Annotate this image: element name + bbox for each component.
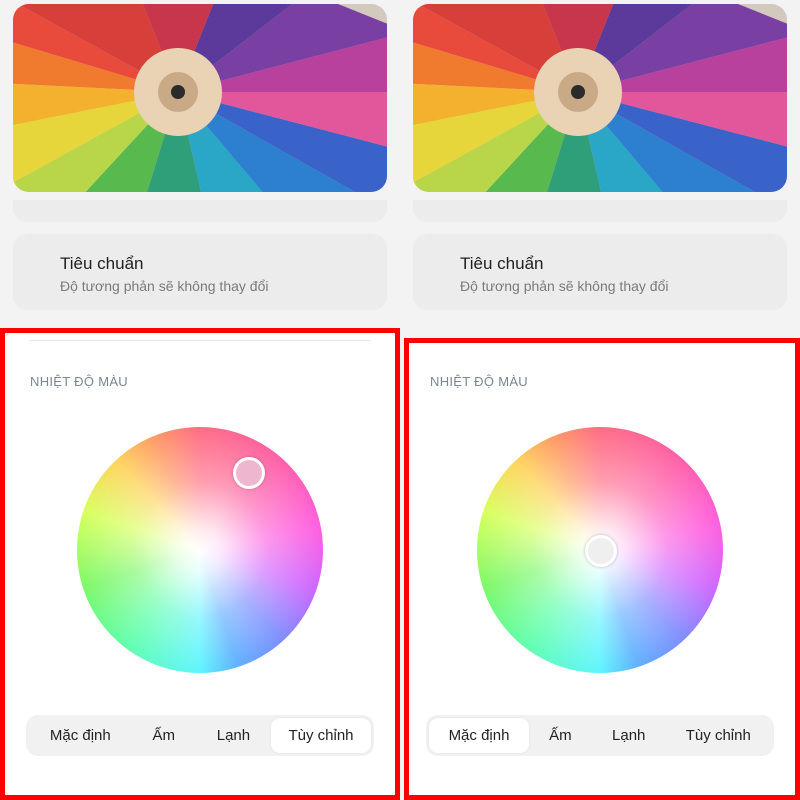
tab-default[interactable]: Mặc định bbox=[429, 718, 529, 753]
standard-option-title: Tiêu chuẩn bbox=[60, 254, 144, 273]
screen-left: Tiêu chuẩn Độ tương phản sẽ không thay đ… bbox=[0, 0, 400, 800]
tab-warm[interactable]: Ấm bbox=[529, 718, 592, 753]
section-divider bbox=[30, 340, 370, 341]
colored-pencils-image bbox=[13, 4, 387, 192]
tab-default[interactable]: Mặc định bbox=[29, 718, 132, 753]
tab-custom[interactable]: Tùy chỉnh bbox=[666, 718, 771, 753]
tab-custom[interactable]: Tùy chỉnh bbox=[271, 718, 371, 753]
option-card-top bbox=[413, 200, 787, 222]
colored-pencils-image bbox=[413, 4, 787, 192]
color-temperature-tabs: Mặc định Ấm Lạnh Tùy chỉnh bbox=[426, 715, 774, 756]
color-wheel[interactable] bbox=[77, 427, 323, 673]
color-wheel-handle[interactable] bbox=[233, 457, 265, 489]
tab-cool[interactable]: Lạnh bbox=[196, 718, 271, 753]
screen-right: Tiêu chuẩn Độ tương phản sẽ không thay đ… bbox=[400, 0, 800, 800]
color-temperature-tabs: Mặc định Ấm Lạnh Tùy chỉnh bbox=[26, 715, 374, 756]
standard-option-card[interactable]: Tiêu chuẩn Độ tương phản sẽ không thay đ… bbox=[413, 234, 787, 310]
standard-option-subtitle: Độ tương phản sẽ không thay đổi bbox=[460, 278, 669, 294]
standard-option-card[interactable]: Tiêu chuẩn Độ tương phản sẽ không thay đ… bbox=[13, 234, 387, 310]
standard-option-subtitle: Độ tương phản sẽ không thay đổi bbox=[60, 278, 269, 294]
color-temperature-label: NHIỆT ĐỘ MÀU bbox=[30, 374, 128, 389]
tab-warm[interactable]: Ấm bbox=[132, 718, 196, 753]
color-temperature-label: NHIỆT ĐỘ MÀU bbox=[430, 374, 528, 389]
standard-option-title: Tiêu chuẩn bbox=[460, 254, 544, 273]
color-wheel-handle[interactable] bbox=[585, 535, 617, 567]
tab-cool[interactable]: Lạnh bbox=[592, 718, 666, 753]
option-card-top bbox=[13, 200, 387, 222]
